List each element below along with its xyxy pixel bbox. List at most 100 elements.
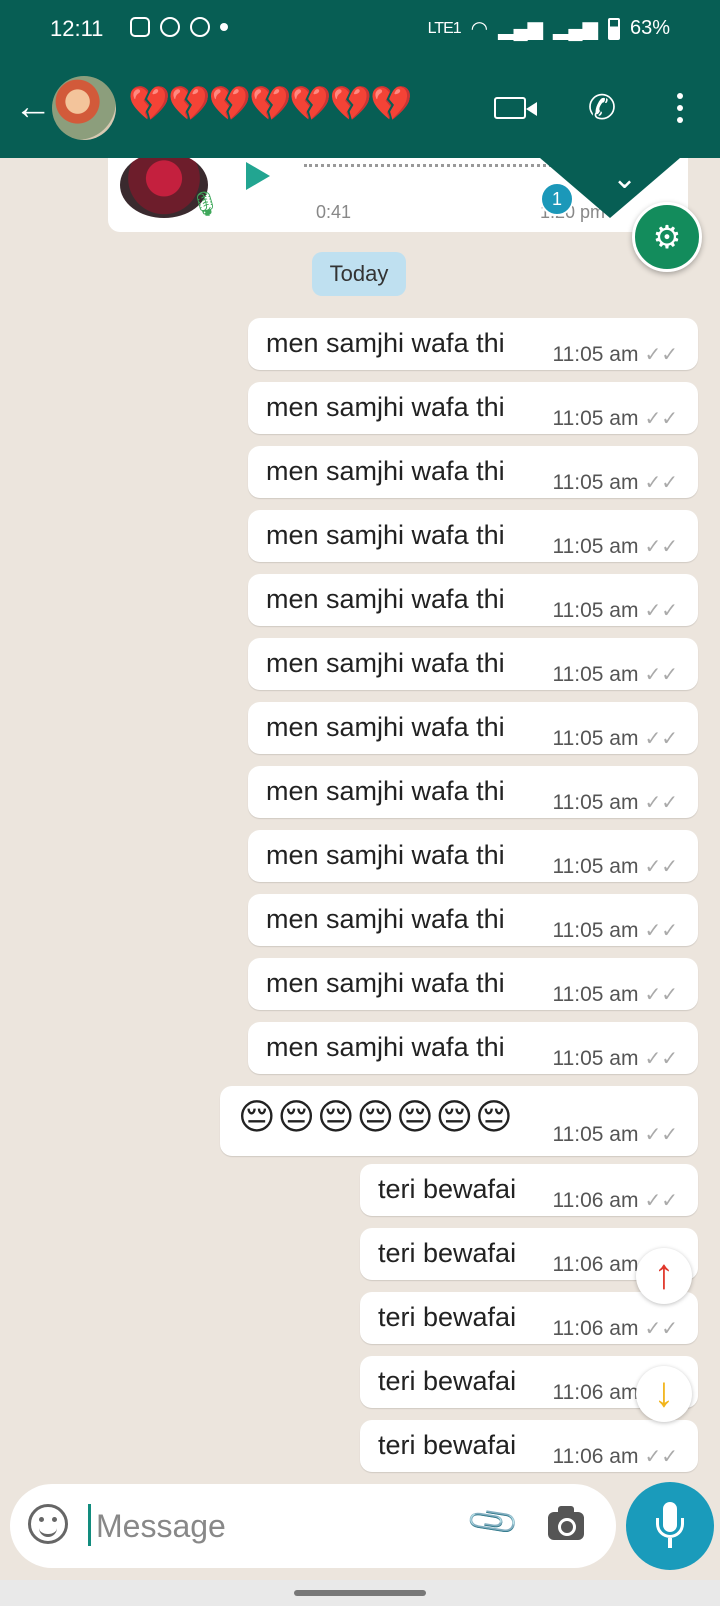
emoji-icon[interactable] bbox=[28, 1504, 68, 1544]
message-bubble[interactable]: teri bewafai 11:06 am✓✓ bbox=[360, 1292, 698, 1344]
message-input[interactable] bbox=[96, 1502, 456, 1550]
microphone-stem bbox=[668, 1538, 672, 1548]
message-time: 11:05 am bbox=[552, 983, 639, 1006]
camera-icon[interactable] bbox=[548, 1506, 584, 1540]
message-text: men samjhi wafa thi bbox=[266, 328, 505, 358]
message-text: teri bewafai bbox=[378, 1174, 517, 1204]
phone-icon: ✆ bbox=[587, 89, 617, 127]
double-check-icon: ✓✓ bbox=[644, 1124, 678, 1146]
message-time: 11:06 am bbox=[552, 1381, 639, 1404]
message-meta: 11:05 am ✓✓ bbox=[552, 470, 678, 495]
more-notifications-icon bbox=[220, 23, 228, 31]
signal-2-icon: ▂▄▆ bbox=[553, 18, 598, 40]
message-bubble[interactable]: men samjhi wafa thi 11:05 am ✓✓ bbox=[248, 894, 698, 946]
double-check-icon: ✓✓ bbox=[644, 536, 678, 558]
message-bubble[interactable]: men samjhi wafa thi 11:05 am ✓✓ bbox=[248, 830, 698, 882]
double-chevron-down-icon[interactable]: ⌄ ⌄ bbox=[612, 164, 637, 224]
message-text: teri bewafai bbox=[378, 1238, 517, 1268]
message-meta: 11:06 am✓✓ bbox=[552, 1444, 678, 1469]
notification-icons bbox=[130, 17, 228, 37]
arrow-up-icon[interactable]: ↑ bbox=[636, 1248, 692, 1304]
message-time: 11:05 am bbox=[552, 1047, 639, 1070]
message-text: men samjhi wafa thi bbox=[266, 392, 505, 422]
microphone-base bbox=[656, 1518, 684, 1538]
message-bubble[interactable]: teri bewafai 11:06 am✓✓ bbox=[360, 1164, 698, 1216]
message-time: 11:05 am bbox=[552, 663, 639, 686]
dot-icon bbox=[677, 93, 683, 99]
message-meta: 11:05 am ✓✓ bbox=[552, 726, 678, 751]
double-check-icon: ✓✓ bbox=[644, 792, 678, 814]
message-text: men samjhi wafa thi bbox=[266, 520, 505, 550]
message-meta: 11:05 am ✓✓ bbox=[552, 854, 678, 879]
message-meta: 11:05 am ✓✓ bbox=[552, 918, 678, 943]
message-meta: 11:05 am ✓✓ bbox=[552, 1122, 678, 1147]
message-bubble[interactable]: men samjhi wafa thi 11:05 am ✓✓ bbox=[248, 574, 698, 626]
message-meta: 11:05 am ✓✓ bbox=[552, 598, 678, 623]
arrow-down-icon[interactable]: ↓ bbox=[636, 1366, 692, 1422]
message-text: teri bewafai bbox=[378, 1366, 517, 1396]
system-nav-bar bbox=[0, 1580, 720, 1606]
message-time: 11:05 am bbox=[552, 471, 639, 494]
voice-duration: 0:41 bbox=[316, 202, 352, 222]
double-check-icon: ✓✓ bbox=[644, 728, 678, 750]
more-options-button[interactable] bbox=[658, 86, 702, 130]
message-bubble[interactable]: men samjhi wafa thi 11:05 am ✓✓ bbox=[248, 382, 698, 434]
message-time: 11:05 am bbox=[552, 1123, 639, 1146]
chat-header: ← 💔💔💔💔💔💔💔 ✆ bbox=[0, 58, 720, 158]
double-check-icon: ✓✓ bbox=[644, 1048, 678, 1070]
message-meta: 11:06 am✓✓ bbox=[552, 1316, 678, 1341]
mic-button[interactable] bbox=[626, 1482, 714, 1570]
message-bubble[interactable]: 😔😔😔😔😔😔😔 11:05 am ✓✓ bbox=[220, 1086, 698, 1156]
message-text: men samjhi wafa thi bbox=[266, 712, 505, 742]
message-bubble[interactable]: men samjhi wafa thi 11:05 am ✓✓ bbox=[248, 638, 698, 690]
message-bubble[interactable]: men samjhi wafa thi 11:05 am ✓✓ bbox=[248, 702, 698, 754]
message-meta: 11:05 am ✓✓ bbox=[552, 342, 678, 367]
contact-avatar[interactable] bbox=[52, 76, 116, 140]
message-bubble[interactable]: men samjhi wafa thi 11:05 am ✓✓ bbox=[248, 510, 698, 562]
double-check-icon: ✓✓ bbox=[644, 920, 678, 942]
message-meta: 11:05 am ✓✓ bbox=[552, 982, 678, 1007]
message-bubble[interactable]: teri bewafai 11:06 am✓✓ bbox=[360, 1420, 698, 1472]
message-text: teri bewafai bbox=[378, 1302, 517, 1332]
battery-percent: 63% bbox=[629, 17, 670, 39]
gesture-handle[interactable] bbox=[294, 1590, 426, 1596]
dot-icon bbox=[677, 105, 683, 111]
news-icon bbox=[130, 17, 150, 37]
date-divider: Today bbox=[312, 252, 406, 296]
signal-icon: ▂▄▆ bbox=[498, 18, 544, 40]
message-composer: 📎 bbox=[10, 1484, 616, 1568]
message-meta: 11:05 am ✓✓ bbox=[552, 406, 678, 431]
message-bubble[interactable]: men samjhi wafa thi 11:05 am ✓✓ bbox=[248, 446, 698, 498]
double-check-icon: ✓✓ bbox=[644, 600, 678, 622]
status-time: 12:11 bbox=[50, 16, 104, 41]
text-caret bbox=[88, 1504, 91, 1546]
message-bubble[interactable]: men samjhi wafa thi 11:05 am ✓✓ bbox=[248, 766, 698, 818]
message-time: 11:06 am bbox=[552, 1253, 639, 1276]
message-time: 11:05 am bbox=[552, 407, 639, 430]
message-text: men samjhi wafa thi bbox=[266, 904, 505, 934]
contact-name[interactable]: 💔💔💔💔💔💔💔 bbox=[128, 84, 412, 124]
message-bubble[interactable]: men samjhi wafa thi 11:05 am ✓✓ bbox=[248, 318, 698, 370]
message-time: 11:06 am bbox=[552, 1445, 639, 1468]
double-check-icon: ✓✓ bbox=[644, 664, 678, 686]
double-check-icon: ✓✓ bbox=[644, 344, 678, 366]
message-text: men samjhi wafa thi bbox=[266, 648, 505, 678]
paperclip-icon[interactable]: 📎 bbox=[464, 1493, 522, 1551]
message-text: men samjhi wafa thi bbox=[266, 776, 505, 806]
message-time: 11:06 am bbox=[552, 1317, 639, 1340]
chat-area[interactable]: 🎙 0:41 1:20 pm ⌄ ⌄ 1 ⚙ Today men samjhi w… bbox=[0, 158, 720, 1476]
message-text: men samjhi wafa thi bbox=[266, 1032, 505, 1062]
back-arrow-icon[interactable]: ← bbox=[14, 88, 52, 126]
message-bubble[interactable]: men samjhi wafa thi 11:05 am ✓✓ bbox=[248, 1022, 698, 1074]
message-meta: 11:05 am ✓✓ bbox=[552, 1046, 678, 1071]
double-check-icon: ✓✓ bbox=[644, 984, 678, 1006]
play-icon[interactable] bbox=[246, 162, 270, 190]
voice-call-button[interactable]: ✆ bbox=[580, 86, 624, 130]
gear-icon[interactable]: ⚙ bbox=[632, 202, 702, 272]
message-bubble[interactable]: men samjhi wafa thi 11:05 am ✓✓ bbox=[248, 958, 698, 1010]
video-call-button[interactable] bbox=[488, 86, 537, 130]
double-check-icon: ✓✓ bbox=[644, 1190, 678, 1212]
message-text: 😔😔😔😔😔😔😔 bbox=[238, 1096, 515, 1137]
mic-icon: 🎙 bbox=[190, 191, 221, 218]
message-meta: 11:05 am ✓✓ bbox=[552, 662, 678, 687]
